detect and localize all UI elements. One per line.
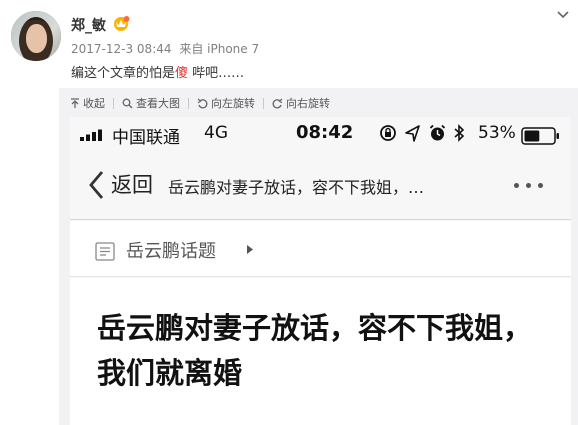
collapse-icon: [71, 97, 79, 108]
article-body: 岳云鹏对妻子放话，容不下我姐，我们就离婚: [70, 278, 571, 425]
network-type: 4G: [204, 123, 228, 143]
post-text-highlight: 傻: [175, 66, 189, 81]
back-button[interactable]: 返回: [111, 169, 153, 199]
toolbar-divider: [113, 97, 114, 109]
alarm-icon: [429, 124, 446, 141]
topic-bar[interactable]: 岳云鹏话题: [70, 221, 571, 277]
image-toolbar: 收起 查看大图 向左旋转 向右旋转: [70, 94, 330, 112]
more-dot: [526, 183, 531, 188]
nav-title: 岳云鹏对妻子放话，容不下我姐，…: [168, 178, 425, 197]
battery-fill: [524, 130, 540, 142]
post-text-before: 编这个文章的怕是: [71, 66, 176, 81]
post-text-after: 哔吧……: [188, 66, 245, 81]
rotate-left-label: 向左旋转: [211, 97, 255, 110]
vip-crown-icon[interactable]: [112, 15, 130, 31]
post-timestamp[interactable]: 2017-12-3 08:44: [71, 42, 172, 56]
topic-label: 岳云鹏话题: [126, 241, 216, 262]
phone-clock: 08:42: [296, 122, 354, 143]
phone-nav-bar: 返回 岳云鹏对妻子放话，容不下我姐，…: [70, 153, 571, 220]
post-header: 郑_敏 2017-12-3 08:44 来自 iPhone 7 编这个文章的怕是…: [0, 0, 578, 88]
signal-icon: [80, 129, 102, 141]
view-large-label: 查看大图: [136, 97, 180, 110]
more-dot: [514, 183, 519, 188]
rotate-left-icon: [197, 98, 208, 108]
chevron-down-icon[interactable]: [555, 7, 571, 23]
post-meta: 2017-12-3 08:44 来自 iPhone 7: [71, 40, 263, 57]
carrier-name: 中国联通: [112, 128, 180, 148]
rotate-right-button[interactable]: 向右旋转: [272, 95, 330, 111]
back-arrow-icon[interactable]: [88, 170, 104, 200]
view-large-button[interactable]: 查看大图: [122, 95, 180, 111]
rotate-left-button[interactable]: 向左旋转: [197, 95, 255, 111]
toolbar-divider: [188, 97, 189, 109]
lock-rotation-icon: [380, 125, 396, 141]
more-dot: [538, 183, 543, 188]
avatar[interactable]: [11, 11, 61, 61]
status-icons: [379, 124, 473, 142]
rotate-right-icon: [272, 98, 283, 108]
search-icon: [122, 98, 133, 108]
caret-right-icon: [247, 245, 253, 254]
battery-icon: [521, 127, 559, 145]
collapse-button[interactable]: 收起: [70, 95, 105, 111]
more-icon[interactable]: [514, 183, 550, 188]
article-headline: 岳云鹏对妻子放话，容不下我姐，我们就离婚: [97, 311, 533, 390]
post-text: 编这个文章的怕是傻 哔吧……: [71, 62, 244, 81]
avatar-face: [26, 24, 47, 53]
topic-icon: [95, 242, 115, 261]
phone-screenshot[interactable]: 中国联通 4G 08:42 53% 返回 岳云鹏对妻子放话，容不下我姐，… 岳云…: [70, 117, 571, 425]
rotate-right-label: 向右旋转: [286, 97, 330, 110]
bluetooth-icon: [454, 124, 465, 142]
username[interactable]: 郑_敏: [71, 15, 106, 35]
collapse-label: 收起: [83, 97, 105, 110]
battery-percentage: 53%: [478, 123, 516, 143]
toolbar-divider: [263, 97, 264, 109]
location-icon: [405, 124, 420, 142]
phone-status-bar: 中国联通 4G 08:42 53%: [70, 117, 571, 153]
post-source: 来自 iPhone 7: [179, 42, 260, 56]
